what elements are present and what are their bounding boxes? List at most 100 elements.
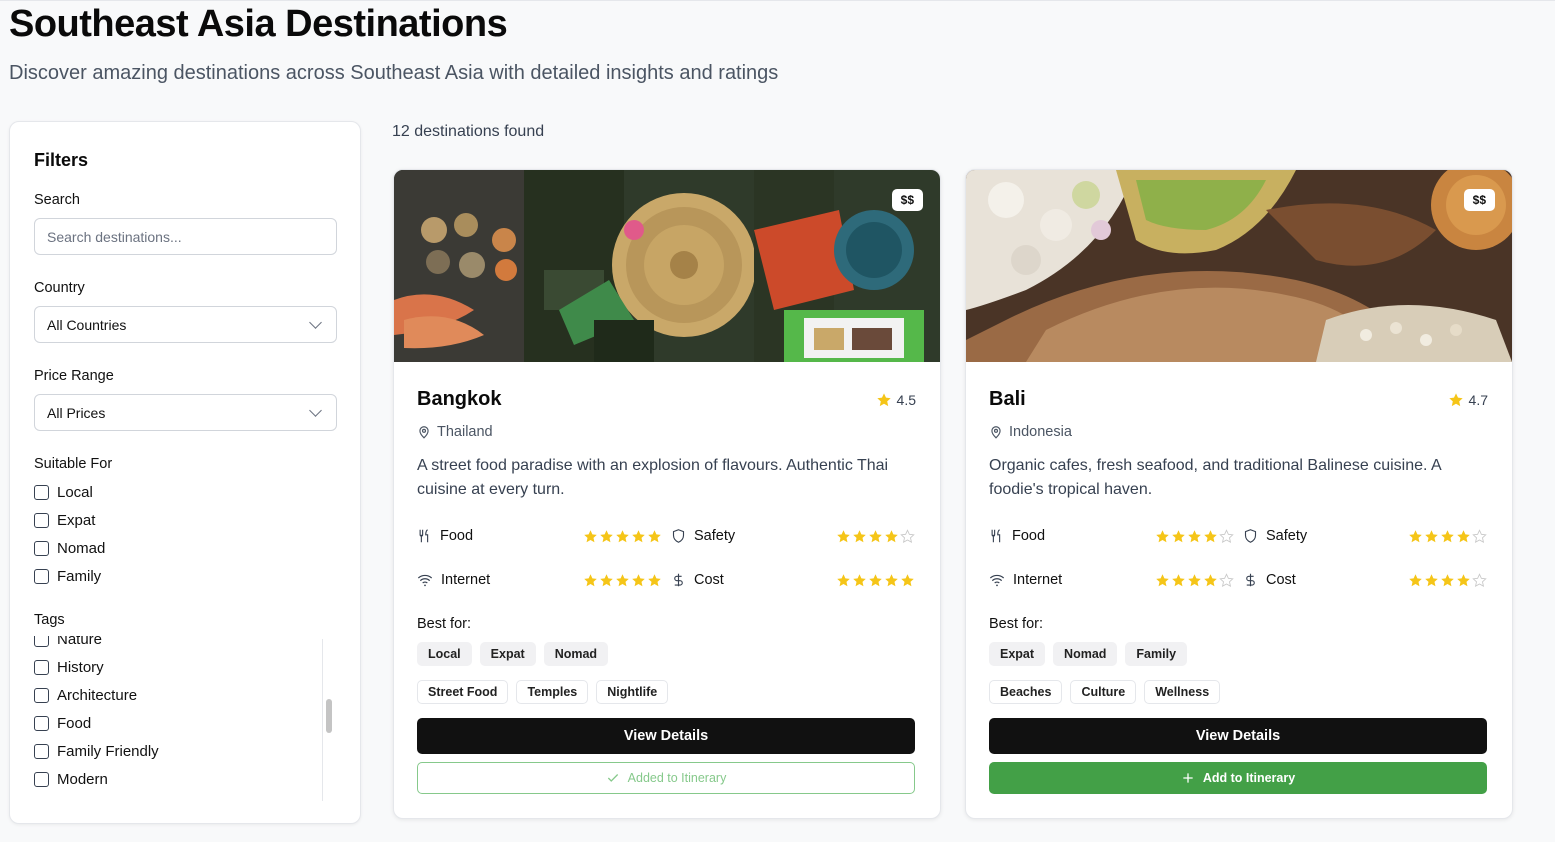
country-label: Country: [34, 280, 85, 296]
checkbox-box[interactable]: [34, 513, 49, 528]
star-filled-icon: [584, 574, 597, 587]
rating: 4.5: [876, 392, 916, 408]
destination-name: Bali: [989, 388, 1026, 410]
star-icon: [876, 393, 891, 407]
checkbox-box[interactable]: [34, 636, 49, 647]
tag-chips: Beaches Culture Wellness: [989, 680, 1221, 704]
plus-icon: [1183, 773, 1193, 783]
checkbox-box[interactable]: [34, 688, 49, 703]
scrollbar-thumb[interactable]: [326, 699, 332, 733]
suitable-expat-checkbox[interactable]: Expat: [34, 512, 95, 529]
cost-stars: [1408, 573, 1487, 588]
metric-safety: Safety: [671, 528, 735, 544]
add-to-itinerary-button[interactable]: Add to Itinerary: [989, 762, 1487, 794]
star-filled-icon: [1204, 530, 1217, 543]
price-select-value: All Prices: [47, 404, 106, 421]
star-filled-icon: [885, 530, 898, 543]
top-divider: [0, 0, 1555, 1]
checkbox-box[interactable]: [34, 716, 49, 731]
checkbox-box[interactable]: [34, 485, 49, 500]
food-stars: [1155, 529, 1234, 544]
shield-icon: [1244, 529, 1257, 543]
itinerary-label: Added to Itinerary: [627, 771, 727, 785]
star-filled-icon: [600, 574, 613, 587]
metric-internet: Internet: [417, 572, 490, 588]
page-title: Southeast Asia Destinations: [9, 3, 508, 45]
best-for-chips: Local Expat Nomad: [417, 642, 609, 666]
filters-panel: Filters Search Country All Countries Pri…: [9, 121, 361, 824]
tag-modern-checkbox[interactable]: Modern: [34, 771, 108, 788]
checkbox-label: Food: [57, 715, 92, 732]
star-filled-icon: [1204, 574, 1217, 587]
dollar-icon: [1246, 573, 1255, 587]
checkbox-box[interactable]: [34, 744, 49, 759]
map-pin-icon: [419, 426, 429, 439]
price-range-label: Price Range: [34, 368, 114, 384]
star-filled-icon: [1409, 574, 1422, 587]
checkbox-box[interactable]: [34, 660, 49, 675]
suitable-family-checkbox[interactable]: Family: [34, 568, 101, 585]
tag-history-checkbox[interactable]: History: [34, 659, 104, 676]
audience-chip: Nomad: [543, 642, 609, 666]
dollar-icon: [674, 573, 683, 587]
audience-chip: Expat: [479, 642, 536, 666]
tag-chip: Wellness: [1144, 680, 1221, 704]
rating: 4.7: [1448, 392, 1488, 408]
star-filled-icon: [1172, 530, 1185, 543]
destination-image: $$: [966, 170, 1512, 362]
star-filled-icon: [616, 574, 629, 587]
metric-cost: Cost: [1243, 572, 1296, 588]
country-select[interactable]: All Countries: [34, 306, 337, 343]
tag-chip: Beaches: [989, 680, 1063, 704]
price-range-select[interactable]: All Prices: [34, 394, 337, 431]
destination-image: $$: [394, 170, 940, 362]
added-to-itinerary-button[interactable]: Added to Itinerary: [417, 762, 915, 794]
tag-family-friendly-checkbox[interactable]: Family Friendly: [34, 743, 159, 760]
best-for-chips: Expat Nomad Family: [989, 642, 1188, 666]
tag-architecture-checkbox[interactable]: Architecture: [34, 687, 137, 704]
checkbox-label: Family: [57, 568, 102, 585]
checkbox-box[interactable]: [34, 772, 49, 787]
checkbox-box[interactable]: [34, 541, 49, 556]
utensils-icon: [419, 529, 429, 543]
country-select-value: All Countries: [47, 316, 127, 333]
checkbox-label: Nomad: [57, 540, 106, 557]
food-stars: [583, 529, 662, 544]
star-icon: [1448, 393, 1463, 407]
view-details-button[interactable]: View Details: [417, 718, 915, 754]
tags-scrollbar[interactable]: [322, 639, 333, 801]
search-input[interactable]: [34, 218, 337, 255]
star-filled-icon: [885, 574, 898, 587]
utensils-icon: [991, 529, 1001, 543]
star-filled-icon: [1441, 530, 1454, 543]
tag-food-checkbox[interactable]: Food: [34, 715, 91, 732]
checkbox-box[interactable]: [34, 569, 49, 584]
star-filled-icon: [869, 574, 882, 587]
checkbox-label: Nature: [57, 636, 103, 648]
suitable-nomad-checkbox[interactable]: Nomad: [34, 540, 105, 557]
destination-card: $$ Bangkok 4.5 Thailand A street food pa…: [393, 169, 941, 819]
audience-chip: Family: [1125, 642, 1188, 666]
chevron-down-icon: [309, 315, 322, 329]
shield-icon: [672, 529, 685, 543]
star-filled-icon: [1156, 574, 1169, 587]
audience-chip: Expat: [989, 642, 1046, 666]
tags-list[interactable]: Nature History Architecture Food Family …: [34, 636, 337, 800]
star-filled-icon: [869, 530, 882, 543]
metric-label: Cost: [1266, 572, 1296, 588]
view-details-button[interactable]: View Details: [989, 718, 1487, 754]
tags-label: Tags: [34, 612, 65, 628]
star-filled-icon: [1441, 574, 1454, 587]
star-filled-icon: [1172, 574, 1185, 587]
tag-chip: Street Food: [417, 680, 509, 704]
checkbox-label: History: [57, 659, 104, 676]
rating-value: 4.7: [1468, 392, 1488, 408]
star-filled-icon: [901, 574, 914, 587]
checkbox-label: Family Friendly: [57, 743, 159, 760]
metric-label: Cost: [694, 572, 724, 588]
suitable-local-checkbox[interactable]: Local: [34, 484, 93, 501]
tag-nature-checkbox[interactable]: Nature: [34, 636, 102, 648]
country-name: Thailand: [437, 424, 493, 440]
checkbox-label: Expat: [57, 512, 96, 529]
star-filled-icon: [837, 574, 850, 587]
